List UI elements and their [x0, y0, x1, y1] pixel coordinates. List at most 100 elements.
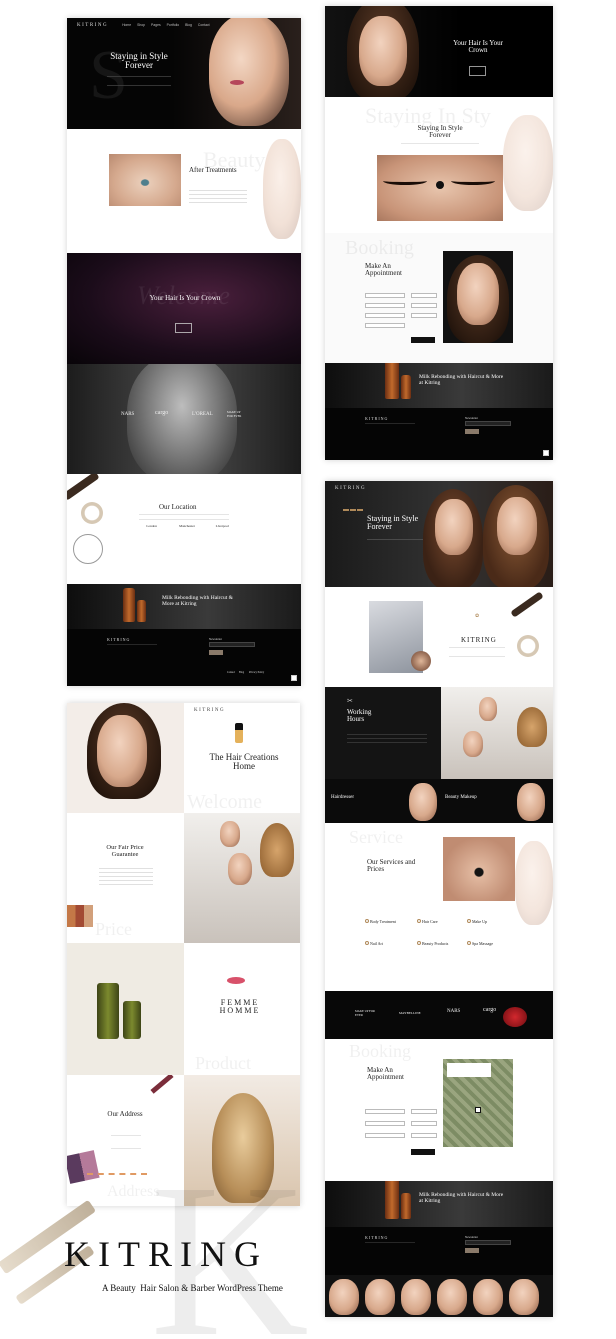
- location-liverpool: Liverpool: [215, 524, 229, 528]
- book-button[interactable]: [411, 1149, 435, 1155]
- lips-icon: [227, 977, 245, 984]
- location-map[interactable]: [443, 1059, 513, 1147]
- form-field-email[interactable]: [365, 1121, 405, 1126]
- scroll-top-button[interactable]: [291, 675, 297, 681]
- side-model-image: [263, 139, 301, 239]
- service-hair-care[interactable]: Hair Care: [417, 919, 438, 924]
- services-title: Our Services and Prices: [367, 858, 416, 874]
- product-section: FEMME HOMME Product: [67, 943, 300, 1075]
- polish-bottle-image: [235, 723, 243, 743]
- subscribe-button[interactable]: [465, 429, 479, 434]
- nav-item-blog[interactable]: Blog: [185, 23, 192, 27]
- price-section: Our Fair Price Guarantee Price: [67, 813, 300, 943]
- lipstick-image: [150, 1075, 174, 1094]
- services-watermark: Service: [349, 827, 403, 847]
- footer-link-blog[interactable]: Blog: [239, 671, 244, 674]
- barber-scene-image: [441, 687, 553, 779]
- price-list: [99, 865, 153, 888]
- hairdresser-model-image: [409, 783, 437, 821]
- newsletter-label: Newsletter: [209, 637, 222, 641]
- product-bottle-small: [137, 600, 146, 622]
- site-logo[interactable]: KITRING: [335, 486, 366, 491]
- form-field-note[interactable]: [365, 323, 405, 328]
- location-london: London: [146, 524, 157, 528]
- form-field-phone[interactable]: [365, 313, 405, 318]
- booking-section: Booking Make An Appointment: [325, 233, 553, 363]
- brand-cargo: cargo: [483, 1007, 497, 1013]
- services-eye-image: [443, 837, 515, 901]
- appointment-title: Make An Appointment: [365, 262, 402, 278]
- footer: KITRING Newsletter: [325, 1227, 553, 1275]
- service-icon: [467, 941, 471, 945]
- form-field-phone[interactable]: [365, 1133, 405, 1138]
- service-body-treatment[interactable]: Body Treatment: [365, 919, 396, 924]
- product-bottle-image: [123, 588, 135, 622]
- gallery-photo[interactable]: [509, 1279, 539, 1315]
- subscribe-button[interactable]: [209, 650, 223, 655]
- newsletter-input[interactable]: [465, 421, 511, 426]
- oil-bottle-large: [97, 983, 119, 1039]
- site-logo[interactable]: KITRING: [194, 708, 225, 713]
- subscribe-button[interactable]: [465, 1248, 479, 1253]
- service-icon: [417, 941, 421, 945]
- gallery-photo[interactable]: [401, 1279, 431, 1315]
- mockup-four: KITRING The Hair Creations Home Welcome …: [67, 703, 300, 1206]
- owner-photo: [411, 651, 431, 671]
- about-text: [449, 647, 505, 657]
- oil-bottle-small: [123, 1001, 141, 1039]
- form-field-time[interactable]: [411, 1109, 437, 1114]
- booking-section: Booking Make An Appointment: [325, 1039, 553, 1181]
- service-nail-art[interactable]: Nail Art: [365, 941, 383, 946]
- center-dot: [436, 181, 444, 189]
- form-field-date[interactable]: [411, 1121, 437, 1126]
- nav-item-pages[interactable]: Pages: [151, 23, 161, 27]
- footer-link-contact[interactable]: Contact: [227, 671, 235, 674]
- gallery-photo[interactable]: [329, 1279, 359, 1315]
- service-make-up[interactable]: Make Up: [467, 919, 487, 924]
- price-title: Our Fair Price Guarantee: [106, 844, 144, 858]
- newsletter-input[interactable]: [465, 1240, 511, 1245]
- wave-decoration: [343, 509, 363, 521]
- brand-logos-section: NARS cargo L'OREAL MAKE UP FOR EVER: [67, 364, 301, 474]
- mockup-three: KITRING Staying in Style Forever ✿ KITRI…: [325, 481, 553, 1317]
- nav-item-portfolio[interactable]: Portfolio: [167, 23, 179, 27]
- about-section: ✿ KITRING: [325, 587, 553, 687]
- form-field-service[interactable]: [411, 1133, 437, 1138]
- mockup-two: Your Hair Is Your Crown Staying In Sty S…: [325, 6, 553, 460]
- gallery-photo[interactable]: [365, 1279, 395, 1315]
- stylist-hair: [517, 707, 547, 747]
- footer-link-privacy[interactable]: Privacy Policy: [249, 671, 264, 674]
- model-face: [457, 263, 499, 325]
- site-logo[interactable]: KITRING: [77, 23, 108, 28]
- crown-button[interactable]: [175, 323, 193, 333]
- scroll-top-button[interactable]: [543, 450, 549, 456]
- form-field-service[interactable]: [411, 313, 437, 318]
- gallery-photo[interactable]: [473, 1279, 503, 1315]
- form-field-time[interactable]: [411, 293, 437, 298]
- service-spa-massage[interactable]: Spa Massage: [467, 941, 493, 946]
- service-beauty-products[interactable]: Beauty Products: [417, 941, 448, 946]
- price-watermark: Price: [95, 919, 132, 939]
- hero-button[interactable]: [469, 66, 486, 76]
- form-field-name[interactable]: [365, 1109, 405, 1114]
- footer: KITRING Newsletter Contact Blog Privacy …: [67, 629, 301, 686]
- promo-section: Milk Rebonding with Haircut & More at Ki…: [325, 1181, 553, 1227]
- gallery-photo[interactable]: [437, 1279, 467, 1315]
- mockup-one: KITRING Home Shop Pages Portfolio Blog C…: [67, 18, 301, 686]
- form-field-name[interactable]: [365, 293, 405, 298]
- makeup-model-image: [517, 783, 545, 821]
- nav-item-home[interactable]: Home: [122, 23, 131, 27]
- book-button[interactable]: [411, 337, 435, 343]
- product-bottle-image: [385, 363, 399, 399]
- form-field-email[interactable]: [365, 303, 405, 308]
- nav-item-shop[interactable]: Shop: [137, 23, 145, 27]
- hero-title: Staying in Style Forever: [110, 51, 168, 71]
- address-text: [111, 1135, 141, 1149]
- map-pin-icon[interactable]: [475, 1107, 481, 1113]
- form-field-date[interactable]: [411, 303, 437, 308]
- service-label: Body Treatment: [370, 919, 396, 924]
- nav-item-contact[interactable]: Contact: [198, 23, 210, 27]
- footer: KITRING Newsletter: [325, 408, 553, 460]
- newsletter-input[interactable]: [209, 642, 255, 647]
- model-face-image: [209, 18, 289, 126]
